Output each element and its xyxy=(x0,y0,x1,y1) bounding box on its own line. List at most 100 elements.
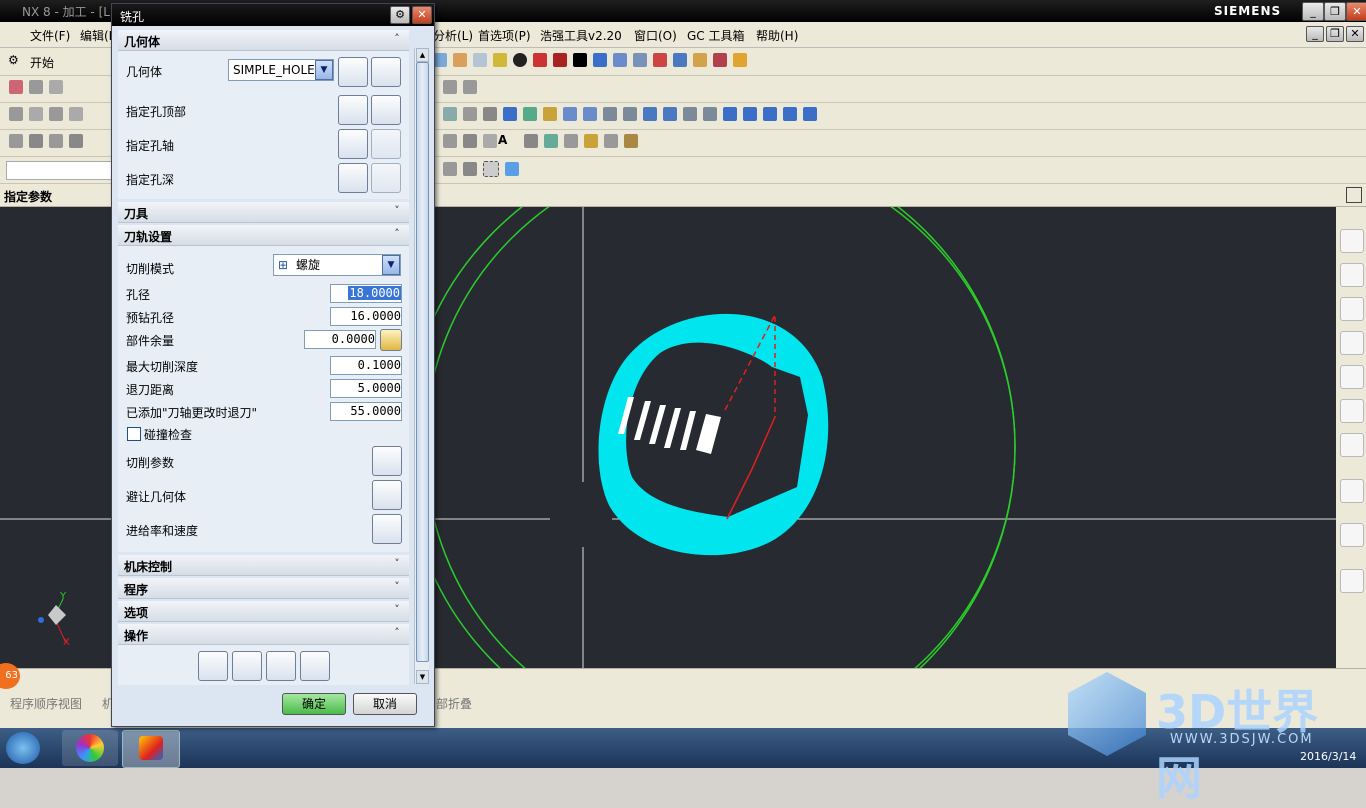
menu-gc-toolbox[interactable]: GC 工具箱 xyxy=(687,27,745,44)
specify-hole-depth-button[interactable] xyxy=(338,163,368,193)
start-icon[interactable]: ⚙ xyxy=(8,53,19,67)
taskbar-app-nx[interactable] xyxy=(122,730,180,768)
collapse-all-tab[interactable]: 部折叠 xyxy=(436,695,472,712)
lock-icon[interactable] xyxy=(380,329,402,351)
verify-toolpath-button[interactable] xyxy=(266,651,296,681)
tool-icon[interactable] xyxy=(604,134,618,148)
tool-icon[interactable] xyxy=(9,80,23,94)
tool-icon[interactable] xyxy=(29,107,43,121)
navigator-icon[interactable] xyxy=(1340,229,1364,253)
tool-icon[interactable] xyxy=(653,53,667,67)
avoidance-button[interactable] xyxy=(372,480,402,510)
collision-check-checkbox[interactable] xyxy=(127,427,141,441)
section-path-settings-header[interactable]: 刀轨设置 ˄ xyxy=(118,225,409,246)
tool-icon[interactable] xyxy=(593,53,607,67)
specify-hole-top-button[interactable] xyxy=(338,95,368,125)
new-geometry-button[interactable] xyxy=(338,57,368,87)
tool-icon[interactable] xyxy=(49,107,63,121)
selection-filter-input[interactable] xyxy=(6,161,112,180)
tool-icon[interactable] xyxy=(9,107,23,121)
tool-icon[interactable] xyxy=(633,53,647,67)
navigator-icon[interactable] xyxy=(1340,263,1364,287)
select-box-icon[interactable] xyxy=(483,161,499,177)
doc-restore-button[interactable]: ❐ xyxy=(1326,26,1344,42)
tool-icon[interactable] xyxy=(503,107,517,121)
navigator-icon[interactable] xyxy=(1340,399,1364,423)
tool-icon[interactable] xyxy=(743,107,757,121)
tool-icon[interactable] xyxy=(693,53,707,67)
section-program-header[interactable]: 程序 ˅ xyxy=(118,578,409,599)
tool-icon[interactable] xyxy=(643,107,657,121)
tool-icon[interactable] xyxy=(543,107,557,121)
tool-icon[interactable] xyxy=(613,53,627,67)
minimize-button[interactable]: _ xyxy=(1302,2,1324,21)
tool-icon[interactable] xyxy=(803,107,817,121)
tool-icon[interactable] xyxy=(443,107,457,121)
tool-icon[interactable] xyxy=(49,134,63,148)
operation-navigator-icon[interactable] xyxy=(1340,331,1364,355)
tool-icon[interactable] xyxy=(603,107,617,121)
menu-haoqiang-tools[interactable]: 浩强工具v2.20 xyxy=(540,27,622,44)
tool-icon[interactable] xyxy=(513,53,527,67)
tool-icon[interactable] xyxy=(713,53,727,67)
text-tool-icon[interactable]: A xyxy=(498,133,507,147)
menu-analysis[interactable]: 分析(L) xyxy=(433,27,473,44)
section-machine-control-header[interactable]: 机床控制 ˅ xyxy=(118,555,409,576)
tool-icon[interactable] xyxy=(443,80,457,94)
tool-icon[interactable] xyxy=(783,107,797,121)
tool-icon[interactable] xyxy=(473,53,487,67)
program-order-view-tab[interactable]: 程序顺序视图 xyxy=(10,695,82,712)
tool-icon[interactable] xyxy=(463,134,477,148)
cube-icon[interactable] xyxy=(505,162,519,176)
tool-icon[interactable] xyxy=(544,134,558,148)
generate-toolpath-button[interactable] xyxy=(198,651,228,681)
scroll-down-icon[interactable]: ▼ xyxy=(416,670,429,684)
taskbar-app-picasa[interactable] xyxy=(62,730,118,766)
tool-icon[interactable] xyxy=(533,53,547,67)
cut-parameters-button[interactable] xyxy=(372,446,402,476)
tool-icon[interactable] xyxy=(583,107,597,121)
tool-icon[interactable] xyxy=(463,162,477,176)
history-icon[interactable] xyxy=(1340,569,1364,593)
tool-icon[interactable] xyxy=(663,107,677,121)
dialog-settings-icon[interactable]: ⚙ xyxy=(390,6,410,24)
section-actions-header[interactable]: 操作 ˄ xyxy=(118,624,409,645)
close-button[interactable]: ✕ xyxy=(1346,2,1366,21)
maximize-button[interactable]: ❐ xyxy=(1324,2,1346,21)
tool-icon[interactable] xyxy=(69,107,83,121)
start-button[interactable]: 开始 xyxy=(30,54,54,71)
part-stock-input[interactable]: 0.0000 xyxy=(304,330,376,349)
section-tool-header[interactable]: 刀具 ˅ xyxy=(118,202,409,223)
menu-help[interactable]: 帮助(H) xyxy=(756,27,798,44)
menu-window[interactable]: 窗口(O) xyxy=(634,27,677,44)
scroll-up-icon[interactable]: ▲ xyxy=(416,48,429,62)
tool-icon[interactable] xyxy=(683,107,697,121)
tool-icon[interactable] xyxy=(673,53,687,67)
cut-mode-select[interactable]: ⊞ 螺旋 ▼ xyxy=(273,254,401,276)
doc-close-button[interactable]: ✕ xyxy=(1346,26,1364,42)
display-flashlight-icon[interactable] xyxy=(371,95,401,125)
tool-icon[interactable] xyxy=(584,134,598,148)
tool-icon[interactable] xyxy=(9,134,23,148)
predrill-diameter-input[interactable]: 16.0000 xyxy=(330,307,402,326)
display-flashlight-icon[interactable] xyxy=(371,129,401,159)
tool-icon[interactable] xyxy=(463,107,477,121)
hole-diameter-input[interactable]: 18.0000 xyxy=(330,284,402,303)
tool-icon[interactable] xyxy=(733,53,747,67)
tool-icon[interactable] xyxy=(524,134,538,148)
menu-file[interactable]: 文件(F) xyxy=(30,27,70,44)
retract-distance-input[interactable]: 5.0000 xyxy=(330,379,402,398)
dialog-scrollbar[interactable]: ▲ ▼ xyxy=(414,48,429,684)
tool-icon[interactable] xyxy=(483,107,497,121)
specify-hole-axis-button[interactable] xyxy=(338,129,368,159)
tool-icon[interactable] xyxy=(563,107,577,121)
tool-icon[interactable] xyxy=(763,107,777,121)
fit-view-icon[interactable] xyxy=(1346,187,1362,203)
color-icon[interactable] xyxy=(573,53,587,67)
geometry-select[interactable]: SIMPLE_HOLE ▼ xyxy=(228,59,334,81)
tool-icon[interactable] xyxy=(564,134,578,148)
document-icon[interactable] xyxy=(1340,523,1364,547)
tool-icon[interactable] xyxy=(29,80,43,94)
tool-icon[interactable] xyxy=(453,53,467,67)
tool-icon[interactable] xyxy=(624,134,638,148)
